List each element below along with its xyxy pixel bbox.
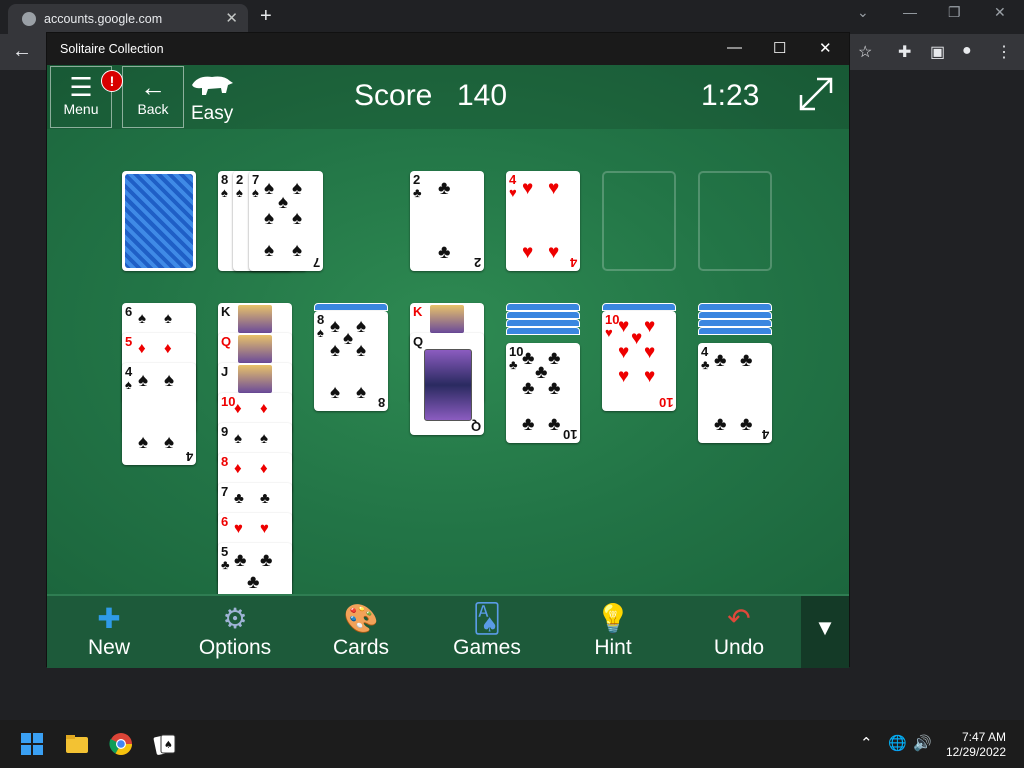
tab-title: accounts.google.com [44,12,163,26]
game-board: ☰ Menu ! ← Back Easy Score 140 1:23 8 ♠ 2… [47,65,849,594]
undo-label: Undo [713,636,765,659]
profile-icon[interactable]: ● [962,42,972,60]
foundation-clubs[interactable]: 2 ♣ ♣ ♣ 2 [410,171,484,271]
browser-back-button[interactable]: ← [12,40,32,63]
tableau-card[interactable]: 10 ♣ ♣ ♣ ♣ ♣ ♣ ♣ ♣ 10 [506,343,580,443]
foundation-empty-slot[interactable] [602,171,676,271]
menu-button[interactable]: ☰ Menu ! [50,66,123,128]
tableau-card[interactable]: Q Q [410,333,484,435]
more-menu-icon[interactable]: ⋮ [996,42,1012,62]
file-explorer-icon[interactable] [65,732,89,756]
options-label: Options [198,636,272,659]
globe-icon[interactable]: 🌐 [888,734,907,752]
svg-text:♠: ♠ [164,740,173,751]
chevron-down-icon[interactable]: ⌄ [857,4,869,21]
volume-icon[interactable]: 🔊 [913,734,932,752]
options-button[interactable]: ⚙ Options [190,602,280,662]
minimize-button[interactable]: — [903,4,917,20]
facedown-card [698,311,772,319]
tableau-card[interactable]: 4 ♠ ♠ ♠ ♠ ♠ 4 [122,363,196,465]
app-minimize-button[interactable]: — [727,39,742,56]
solitaire-window: Solitaire Collection — ☐ ✕ ☰ Menu ! ← Ba… [47,33,849,668]
hint-label: Hint [594,636,632,659]
solitaire-taskbar-icon[interactable]: ♠ [153,732,177,756]
jack-face [238,365,272,393]
difficulty-label: Easy [191,103,234,124]
browser-tabstrip: accounts.google.com ✕ + ⌄ — ❐ ✕ [0,0,1024,34]
new-game-button[interactable]: ✚ New [64,602,154,662]
chevron-down-icon: ▼ [814,615,836,640]
new-tab-button[interactable]: + [260,5,272,28]
clock-date: 12/29/2022 [945,745,1006,759]
back-label: Back [137,101,169,117]
foundation-empty-slot[interactable] [698,171,772,271]
facedown-card [698,327,772,335]
cards-label: Cards [332,636,390,659]
king-face [430,305,464,333]
side-panel-icon[interactable]: ▣ [930,42,945,62]
fullscreen-icon[interactable] [797,75,835,113]
star-icon[interactable]: ☆ [858,42,872,62]
windows-taskbar: ♠ ⌃ 🌐 🔊 7:47 AM 12/29/2022 [0,720,1024,768]
app-titlebar: Solitaire Collection — ☐ ✕ [47,33,849,65]
game-toolbar: ✚ New ⚙ Options 🎨 Cards 🂡 Games 💡 Hint ↶… [47,594,849,668]
app-close-button[interactable]: ✕ [819,39,832,57]
tableau-card[interactable]: 4 ♣ ♣ ♣ ♣ ♣ 4 [698,343,772,443]
close-window-button[interactable]: ✕ [994,4,1006,21]
facedown-card [506,303,580,311]
king-face [238,305,272,333]
alert-badge: ! [101,70,123,92]
tableau-card[interactable]: 5 ♣ ♣ ♣ ♣ [218,543,292,594]
clock-time: 7:47 AM [961,730,1006,744]
game-timer: 1:23 [701,79,760,112]
score-label: Score [354,79,433,112]
waste-top-card[interactable]: 7 ♠ ♠ ♠ ♠ ♠ ♠ ♠ ♠ 7 [249,171,323,271]
tableau-card[interactable]: 8 ♠ ♠ ♠ ♠ ♠ ♠ ♠ ♠ 8 [314,311,388,411]
browser-tab[interactable]: accounts.google.com ✕ [8,4,248,34]
globe-icon [22,12,36,26]
facedown-card [314,303,388,311]
gear-icon: ⚙ [222,603,248,634]
foundation-hearts[interactable]: 4 ♥ ♥ ♥ ♥ ♥ 4 [506,171,580,271]
tableau-card[interactable]: 10 ♥ ♥ ♥ ♥ ♥ ♥ ♥ ♥ 10 [602,311,676,411]
stock-pile[interactable] [122,171,196,271]
games-label: Games [453,636,521,659]
menu-label: Menu [63,101,99,117]
facedown-card [506,311,580,319]
queen-face [238,335,272,363]
palette-icon: 🎨 [343,603,379,634]
toolbar-expand-button[interactable]: ▼ [801,596,849,668]
back-button[interactable]: ← Back [122,66,184,128]
facedown-card [506,319,580,327]
app-title: Solitaire Collection [60,42,164,56]
facedown-card [506,327,580,335]
new-label: New [87,636,130,659]
chrome-icon[interactable] [109,732,133,756]
score-value: 140 [457,79,508,112]
extensions-icon[interactable]: ✚ [898,42,911,62]
polar-bear-icon [192,76,233,95]
undo-button[interactable]: ↶ Undo [694,602,784,662]
facedown-card [698,303,772,311]
cards-button[interactable]: 🎨 Cards [316,602,406,662]
system-clock[interactable]: 7:47 AM 12/29/2022 [946,730,1006,760]
tab-close-button[interactable]: ✕ [225,9,238,27]
app-maximize-button[interactable]: ☐ [773,39,786,57]
queen-of-spades-face [424,349,472,421]
hint-button[interactable]: 💡 Hint [568,602,658,662]
lightbulb-icon: 💡 [595,603,631,634]
restore-button[interactable]: ❐ [948,4,961,21]
games-button[interactable]: 🂡 Games [442,602,532,662]
plus-icon: ✚ [97,603,121,634]
facedown-card [602,303,676,311]
facedown-card [698,319,772,327]
cards-fan-icon: 🂡 [472,603,502,634]
undo-icon: ↶ [727,603,751,634]
windows-start-icon[interactable] [20,732,44,756]
chevron-up-icon[interactable]: ⌃ [860,734,873,752]
arrow-left-icon: ← [140,72,166,102]
